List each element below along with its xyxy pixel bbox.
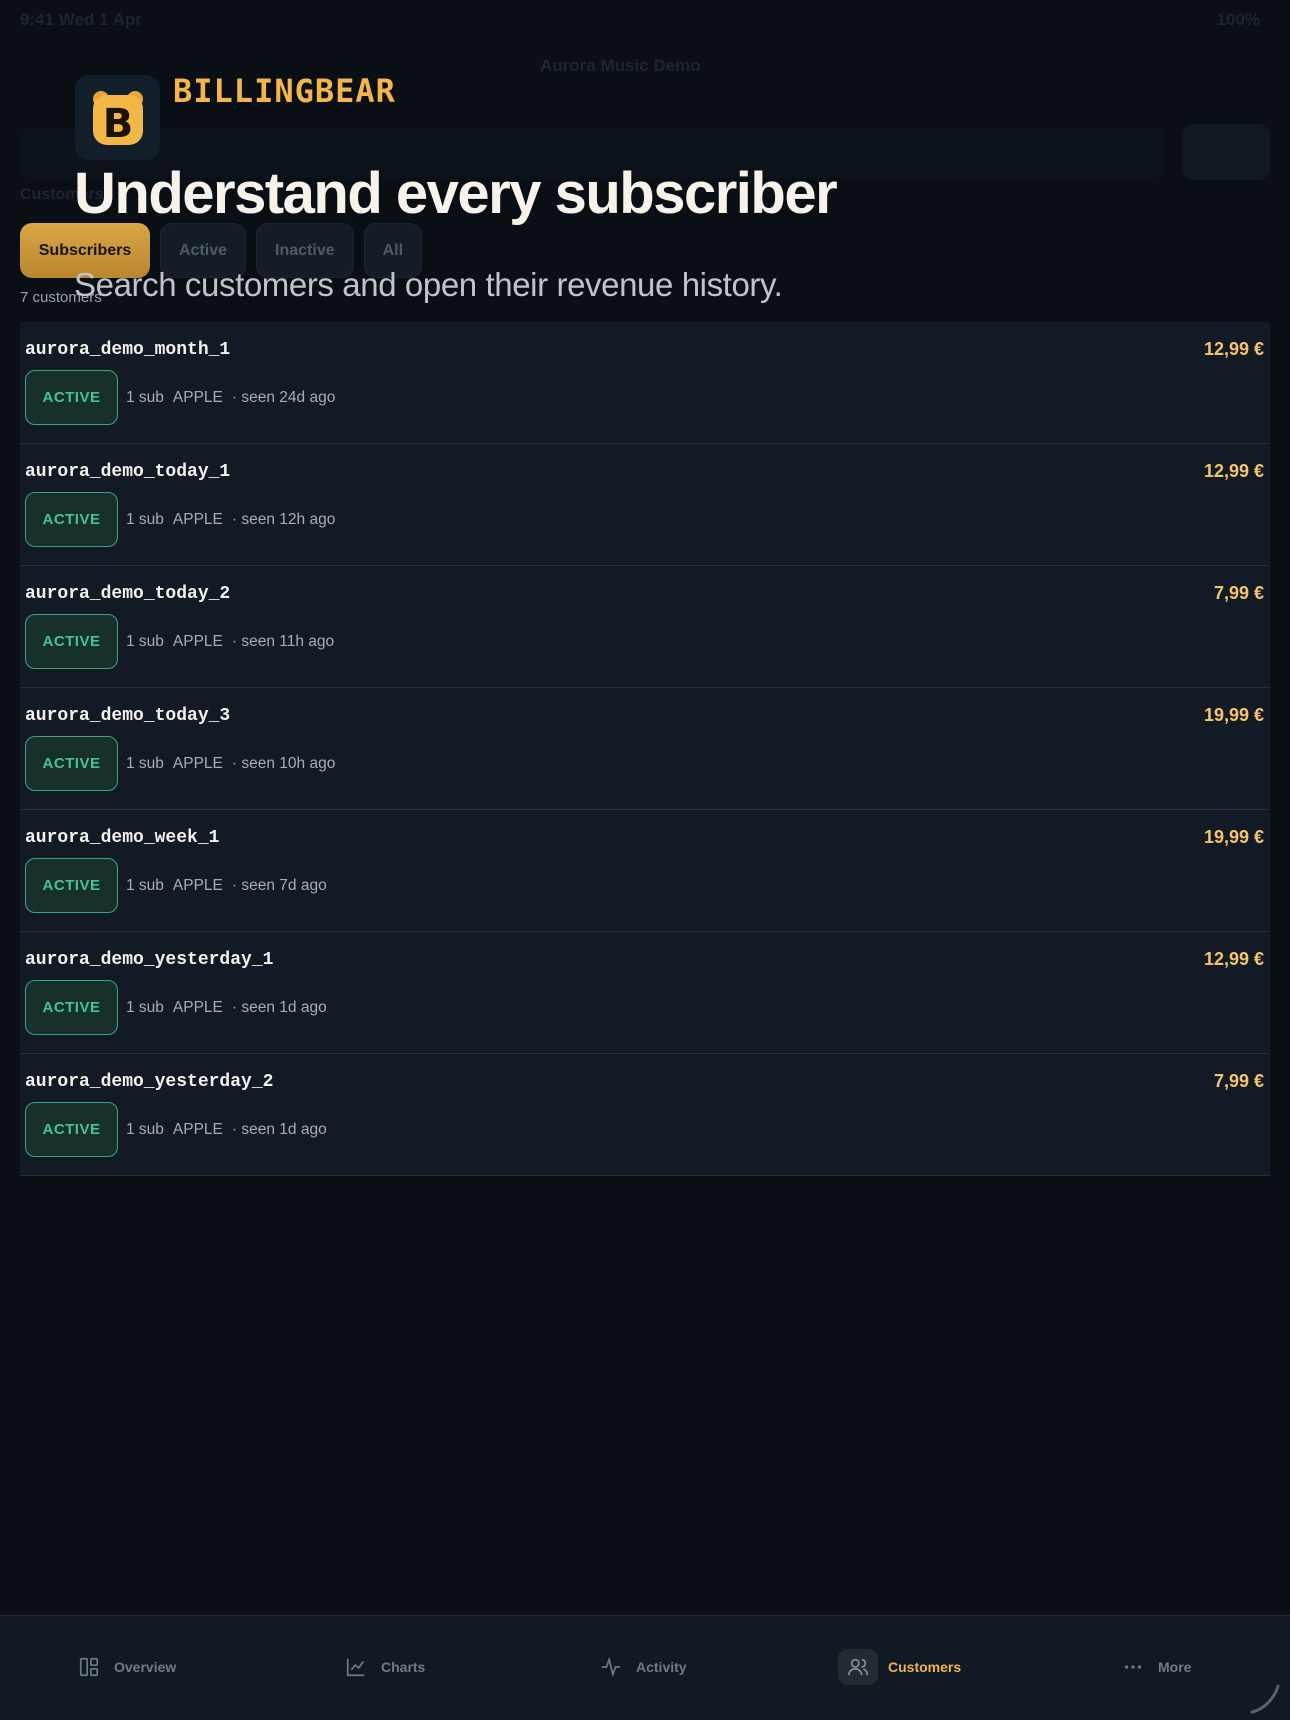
line-chart-icon bbox=[346, 1658, 365, 1677]
customer-meta: 1 sub APPLE · seen 24d ago bbox=[126, 389, 335, 407]
brand-name: BILLINGBEAR bbox=[173, 72, 396, 110]
tab-more[interactable]: More bbox=[1122, 1647, 1191, 1687]
tab-customers-highlight bbox=[838, 1649, 878, 1685]
store-label: APPLE bbox=[172, 999, 223, 1016]
store-label: APPLE bbox=[172, 877, 223, 894]
app-switcher-title[interactable]: Aurora Music Demo bbox=[540, 56, 701, 76]
tab-charts-label: Charts bbox=[381, 1659, 426, 1675]
status-badge: ACTIVE bbox=[25, 1102, 118, 1157]
status-badge: ACTIVE bbox=[25, 858, 118, 913]
customer-revenue: 19,99 € bbox=[1203, 827, 1264, 847]
store-label: APPLE bbox=[172, 389, 223, 406]
status-badge: ACTIVE bbox=[25, 492, 118, 547]
customer-meta: 1 sub APPLE · seen 1d ago bbox=[126, 1121, 327, 1139]
tab-overview-label: Overview bbox=[114, 1659, 177, 1675]
ellipsis-icon bbox=[1124, 1665, 1142, 1669]
customer-row[interactable]: aurora_demo_yesterday_2 7,99 € ACTIVE 1 … bbox=[20, 1054, 1270, 1176]
status-badge: ACTIVE bbox=[25, 614, 118, 669]
subscription-count: 1 sub bbox=[126, 633, 164, 650]
tab-activity-label: Activity bbox=[636, 1659, 687, 1675]
tab-more-label: More bbox=[1158, 1659, 1192, 1675]
customer-revenue: 12,99 € bbox=[1203, 461, 1264, 481]
customer-name: aurora_demo_yesterday_1 bbox=[25, 950, 274, 970]
subscription-count: 1 sub bbox=[126, 511, 164, 528]
tab-overview[interactable]: Overview bbox=[78, 1647, 176, 1687]
customer-meta: 1 sub APPLE · seen 11h ago bbox=[126, 633, 334, 651]
customer-list: aurora_demo_month_1 12,99 € ACTIVE 1 sub… bbox=[20, 322, 1270, 1176]
store-label: APPLE bbox=[172, 633, 223, 650]
last-seen: · seen 1d ago bbox=[231, 999, 327, 1016]
status-bar-battery: 100% bbox=[1216, 10, 1260, 29]
last-seen: · seen 1d ago bbox=[231, 1121, 327, 1138]
customer-revenue: 12,99 € bbox=[1203, 339, 1264, 359]
corner-resize-handle-icon bbox=[1250, 1684, 1280, 1714]
tab-customers-label: Customers bbox=[888, 1659, 962, 1675]
customer-meta: 1 sub APPLE · seen 10h ago bbox=[126, 755, 335, 773]
subscription-count: 1 sub bbox=[126, 389, 164, 406]
search-button[interactable] bbox=[1182, 124, 1270, 180]
store-label: APPLE bbox=[172, 1121, 223, 1138]
promo-subhead: Search customers and open their revenue … bbox=[74, 266, 783, 303]
customer-meta: 1 sub APPLE · seen 7d ago bbox=[126, 877, 327, 895]
status-badge: ACTIVE bbox=[25, 980, 118, 1035]
status-badge: ACTIVE bbox=[25, 370, 118, 425]
status-bar-time: 9:41 Wed 1 Apr bbox=[20, 10, 142, 29]
customer-row[interactable]: aurora_demo_today_3 19,99 € ACTIVE 1 sub… bbox=[20, 688, 1270, 810]
store-label: APPLE bbox=[172, 511, 223, 528]
customer-name: aurora_demo_month_1 bbox=[25, 340, 231, 360]
tab-customers[interactable]: Customers bbox=[838, 1647, 961, 1687]
pulse-icon bbox=[601, 1656, 621, 1678]
users-icon bbox=[848, 1658, 868, 1676]
customer-name: aurora_demo_today_2 bbox=[25, 584, 231, 604]
billingbear-logo: B bbox=[75, 75, 160, 160]
customer-revenue: 7,99 € bbox=[1213, 583, 1264, 603]
subscription-count: 1 sub bbox=[126, 755, 164, 772]
promo-headline: Understand every subscriber bbox=[74, 161, 838, 226]
dashboard-icon bbox=[79, 1657, 99, 1677]
svg-text:B: B bbox=[102, 101, 133, 147]
customer-row[interactable]: aurora_demo_week_1 19,99 € ACTIVE 1 sub … bbox=[20, 810, 1270, 932]
bear-logo-icon: B bbox=[92, 90, 143, 147]
last-seen: · seen 11h ago bbox=[231, 633, 335, 650]
customer-row[interactable]: aurora_demo_month_1 12,99 € ACTIVE 1 sub… bbox=[20, 322, 1270, 444]
subscription-count: 1 sub bbox=[126, 999, 164, 1016]
customer-revenue: 12,99 € bbox=[1203, 949, 1264, 969]
customer-meta: 1 sub APPLE · seen 1d ago bbox=[126, 999, 327, 1017]
customer-row[interactable]: aurora_demo_today_1 12,99 € ACTIVE 1 sub… bbox=[20, 444, 1270, 566]
customer-name: aurora_demo_today_3 bbox=[25, 706, 231, 726]
last-seen: · seen 24d ago bbox=[231, 389, 336, 406]
status-badge: ACTIVE bbox=[25, 736, 118, 791]
customer-name: aurora_demo_yesterday_2 bbox=[25, 1072, 274, 1092]
customer-name: aurora_demo_week_1 bbox=[25, 828, 220, 848]
customer-row[interactable]: aurora_demo_today_2 7,99 € ACTIVE 1 sub … bbox=[20, 566, 1270, 688]
tab-charts[interactable]: Charts bbox=[345, 1647, 425, 1687]
last-seen: · seen 10h ago bbox=[231, 755, 336, 772]
customer-meta: 1 sub APPLE · seen 12h ago bbox=[126, 511, 335, 529]
customer-name: aurora_demo_today_1 bbox=[25, 462, 231, 482]
subscription-count: 1 sub bbox=[126, 1121, 164, 1138]
customer-revenue: 7,99 € bbox=[1213, 1071, 1264, 1091]
last-seen: · seen 12h ago bbox=[231, 511, 336, 528]
subscription-count: 1 sub bbox=[126, 877, 164, 894]
store-label: APPLE bbox=[172, 755, 223, 772]
last-seen: · seen 7d ago bbox=[231, 877, 327, 894]
customer-row[interactable]: aurora_demo_yesterday_1 12,99 € ACTIVE 1… bbox=[20, 932, 1270, 1054]
customer-revenue: 19,99 € bbox=[1203, 705, 1264, 725]
tab-activity[interactable]: Activity bbox=[600, 1647, 687, 1687]
bottom-tab-bar: Overview Charts Activity Customers More bbox=[0, 1615, 1290, 1720]
